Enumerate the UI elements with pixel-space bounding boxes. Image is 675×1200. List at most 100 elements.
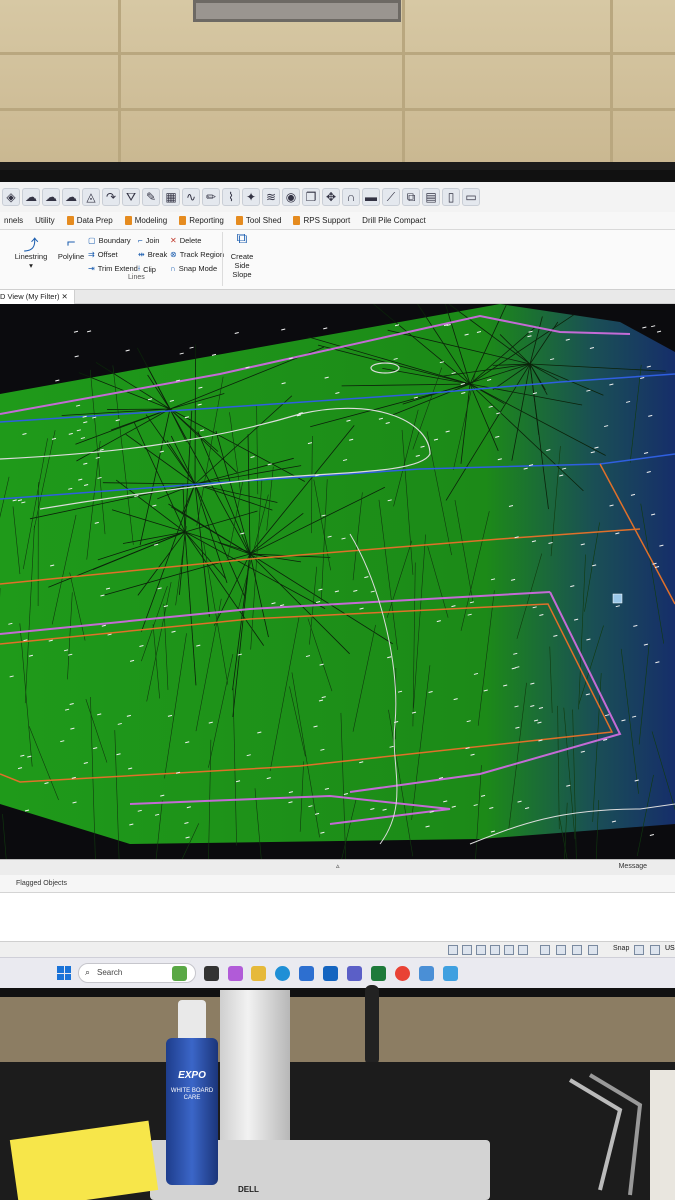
trim-extend-icon: ⇥ [88,264,95,273]
tab-label: RPS Support [303,216,351,225]
folder-icon[interactable]: ▬ [362,188,380,206]
tab-rps-support[interactable]: RPS Support [289,216,358,225]
move-icon[interactable]: ✥ [322,188,340,206]
network-icon[interactable]: ✦ [242,188,260,206]
create-side-slope-button[interactable]: ⧉ Create Side Slope [224,231,260,279]
store-icon[interactable] [299,966,314,981]
app-icon[interactable] [419,966,434,981]
tab-modeling[interactable]: Modeling [121,216,175,225]
outlook-icon[interactable] [323,966,338,981]
road-icon[interactable]: ⛛ [122,188,140,206]
units-label: US [665,945,675,952]
app-icon[interactable] [443,966,458,981]
clip-icon: ⟊ [138,264,141,273]
excel-icon[interactable] [371,966,386,981]
pencil-icon[interactable]: ✏ [202,188,220,206]
cloud-icon[interactable]: ☁ [22,188,40,206]
status-toggle-icon[interactable] [634,945,644,955]
view-tab-label: D View (My Filter) [0,292,60,301]
flagged-objects-header: Flagged Objects [0,875,675,893]
teams-icon[interactable] [347,966,362,981]
status-toggle-icon[interactable] [556,945,566,955]
status-toggle-icon[interactable] [650,945,660,955]
bottle-cap [178,1000,206,1042]
tab-reporting[interactable]: Reporting [175,216,232,225]
command-icon[interactable] [448,945,458,955]
chrome-icon[interactable] [395,966,410,981]
close-icon[interactable]: ✕ [59,292,68,301]
tab-drill-pile-compact[interactable]: Drill Pile Compact [358,216,434,225]
measure-icon[interactable]: ⟋ [382,188,400,206]
magnet-icon[interactable]: ∩ [342,188,360,206]
status-toggle-icon[interactable] [504,945,514,955]
flagged-objects-label[interactable]: Flagged Objects [16,880,67,887]
tab-3d-view[interactable]: D View (My Filter) ✕ [0,290,75,304]
polyline-button[interactable]: ⌐ Polyline [56,234,86,261]
widgets-icon[interactable] [172,966,187,981]
tab-label: Modeling [134,216,168,225]
polyline-icon[interactable]: ⌇ [222,188,240,206]
copy-icon[interactable]: ❐ [302,188,320,206]
status-toggle-icon[interactable] [462,945,472,955]
tab-tool-shed[interactable]: Tool Shed [232,216,290,225]
arc-icon[interactable]: ↷ [102,188,120,206]
curve-icon[interactable]: ∿ [182,188,200,206]
linestring-icon: ⤴ [23,237,39,254]
delete-label: Delete [179,236,202,245]
collapse-arrow-icon[interactable]: ▵ [336,862,340,870]
magnet-icon: ∩ [170,264,176,273]
pdf-icon[interactable]: ▭ [462,188,480,206]
create-side-slope-label: Side Slope [232,261,252,279]
join-button[interactable]: ⌐ Join [138,236,159,245]
track-region-button[interactable]: ⊗ Track Region [170,250,224,259]
clipboard-icon[interactable]: ▯ [442,188,460,206]
tab-nnels[interactable]: nnels [0,216,31,225]
plugin-flag-icon [235,216,243,225]
trim-extend-label: Trim Extend [97,264,138,273]
edge-icon[interactable] [275,966,290,981]
status-toggle-icon[interactable] [476,945,486,955]
tab-data-prep[interactable]: Data Prep [63,216,121,225]
status-toggle-icon[interactable] [572,945,582,955]
grid-icon[interactable] [540,945,550,955]
snap-label[interactable]: Snap [613,945,629,952]
status-toggle-icon[interactable] [518,945,528,955]
cloud-icon[interactable]: ☁ [42,188,60,206]
grid-icon[interactable]: ▦ [162,188,180,206]
status-toggle-icon[interactable] [490,945,500,955]
clip-label: Clip [143,264,156,274]
tab-utility[interactable]: Utility [31,216,63,225]
snap-mode-button[interactable]: ∩ Snap Mode [170,264,217,273]
3d-viewport[interactable] [0,304,675,859]
status-toggle-icon[interactable] [588,945,598,955]
clip-button[interactable]: ⟊ Clip [138,264,156,274]
tab-label: Drill Pile Compact [362,216,426,225]
trim-extend-button[interactable]: ⇥ Trim Extend [88,264,138,273]
delete-button[interactable]: ✕ Delete [170,236,201,245]
monitor-screen: ◈ ☁ ☁ ☁ ◬ ↷ ⛛ ✎ ▦ ∿ ✏ ⌇ ✦ ≋ ◉ ❐ ✥ ∩ ▬ ⟋ … [0,182,675,988]
linestring-button[interactable]: ⤴ Linestring ▾ [14,234,48,270]
group-icon[interactable]: ⧉ [402,188,420,206]
file-explorer-icon[interactable] [251,966,266,981]
eye-icon[interactable]: ◉ [282,188,300,206]
triangle-icon[interactable]: ◬ [82,188,100,206]
edit-icon[interactable]: ✎ [142,188,160,206]
boundary-icon: ▢ [88,236,96,245]
break-button[interactable]: ⇹ Break [138,250,167,259]
status-bar: Snap US [0,941,675,957]
cloud-icon[interactable]: ☁ [62,188,80,206]
layer-icon[interactable]: ◈ [2,188,20,206]
delete-icon: ✕ [170,236,177,245]
bottle-brand: EXPO [178,1070,206,1081]
windows-start-icon[interactable] [57,966,71,980]
boundary-button[interactable]: ▢ Boundary [88,236,131,245]
task-view-icon[interactable] [204,966,219,981]
selection-marker[interactable] [612,593,623,604]
offset-label: Offset [97,250,118,259]
snap-mode-label: Snap Mode [178,264,218,273]
lines-icon[interactable]: ≋ [262,188,280,206]
linestring-label: Linestring [14,252,48,261]
copilot-icon[interactable] [228,966,243,981]
report-icon[interactable]: ▤ [422,188,440,206]
offset-button[interactable]: ⇉ Offset [88,250,118,259]
